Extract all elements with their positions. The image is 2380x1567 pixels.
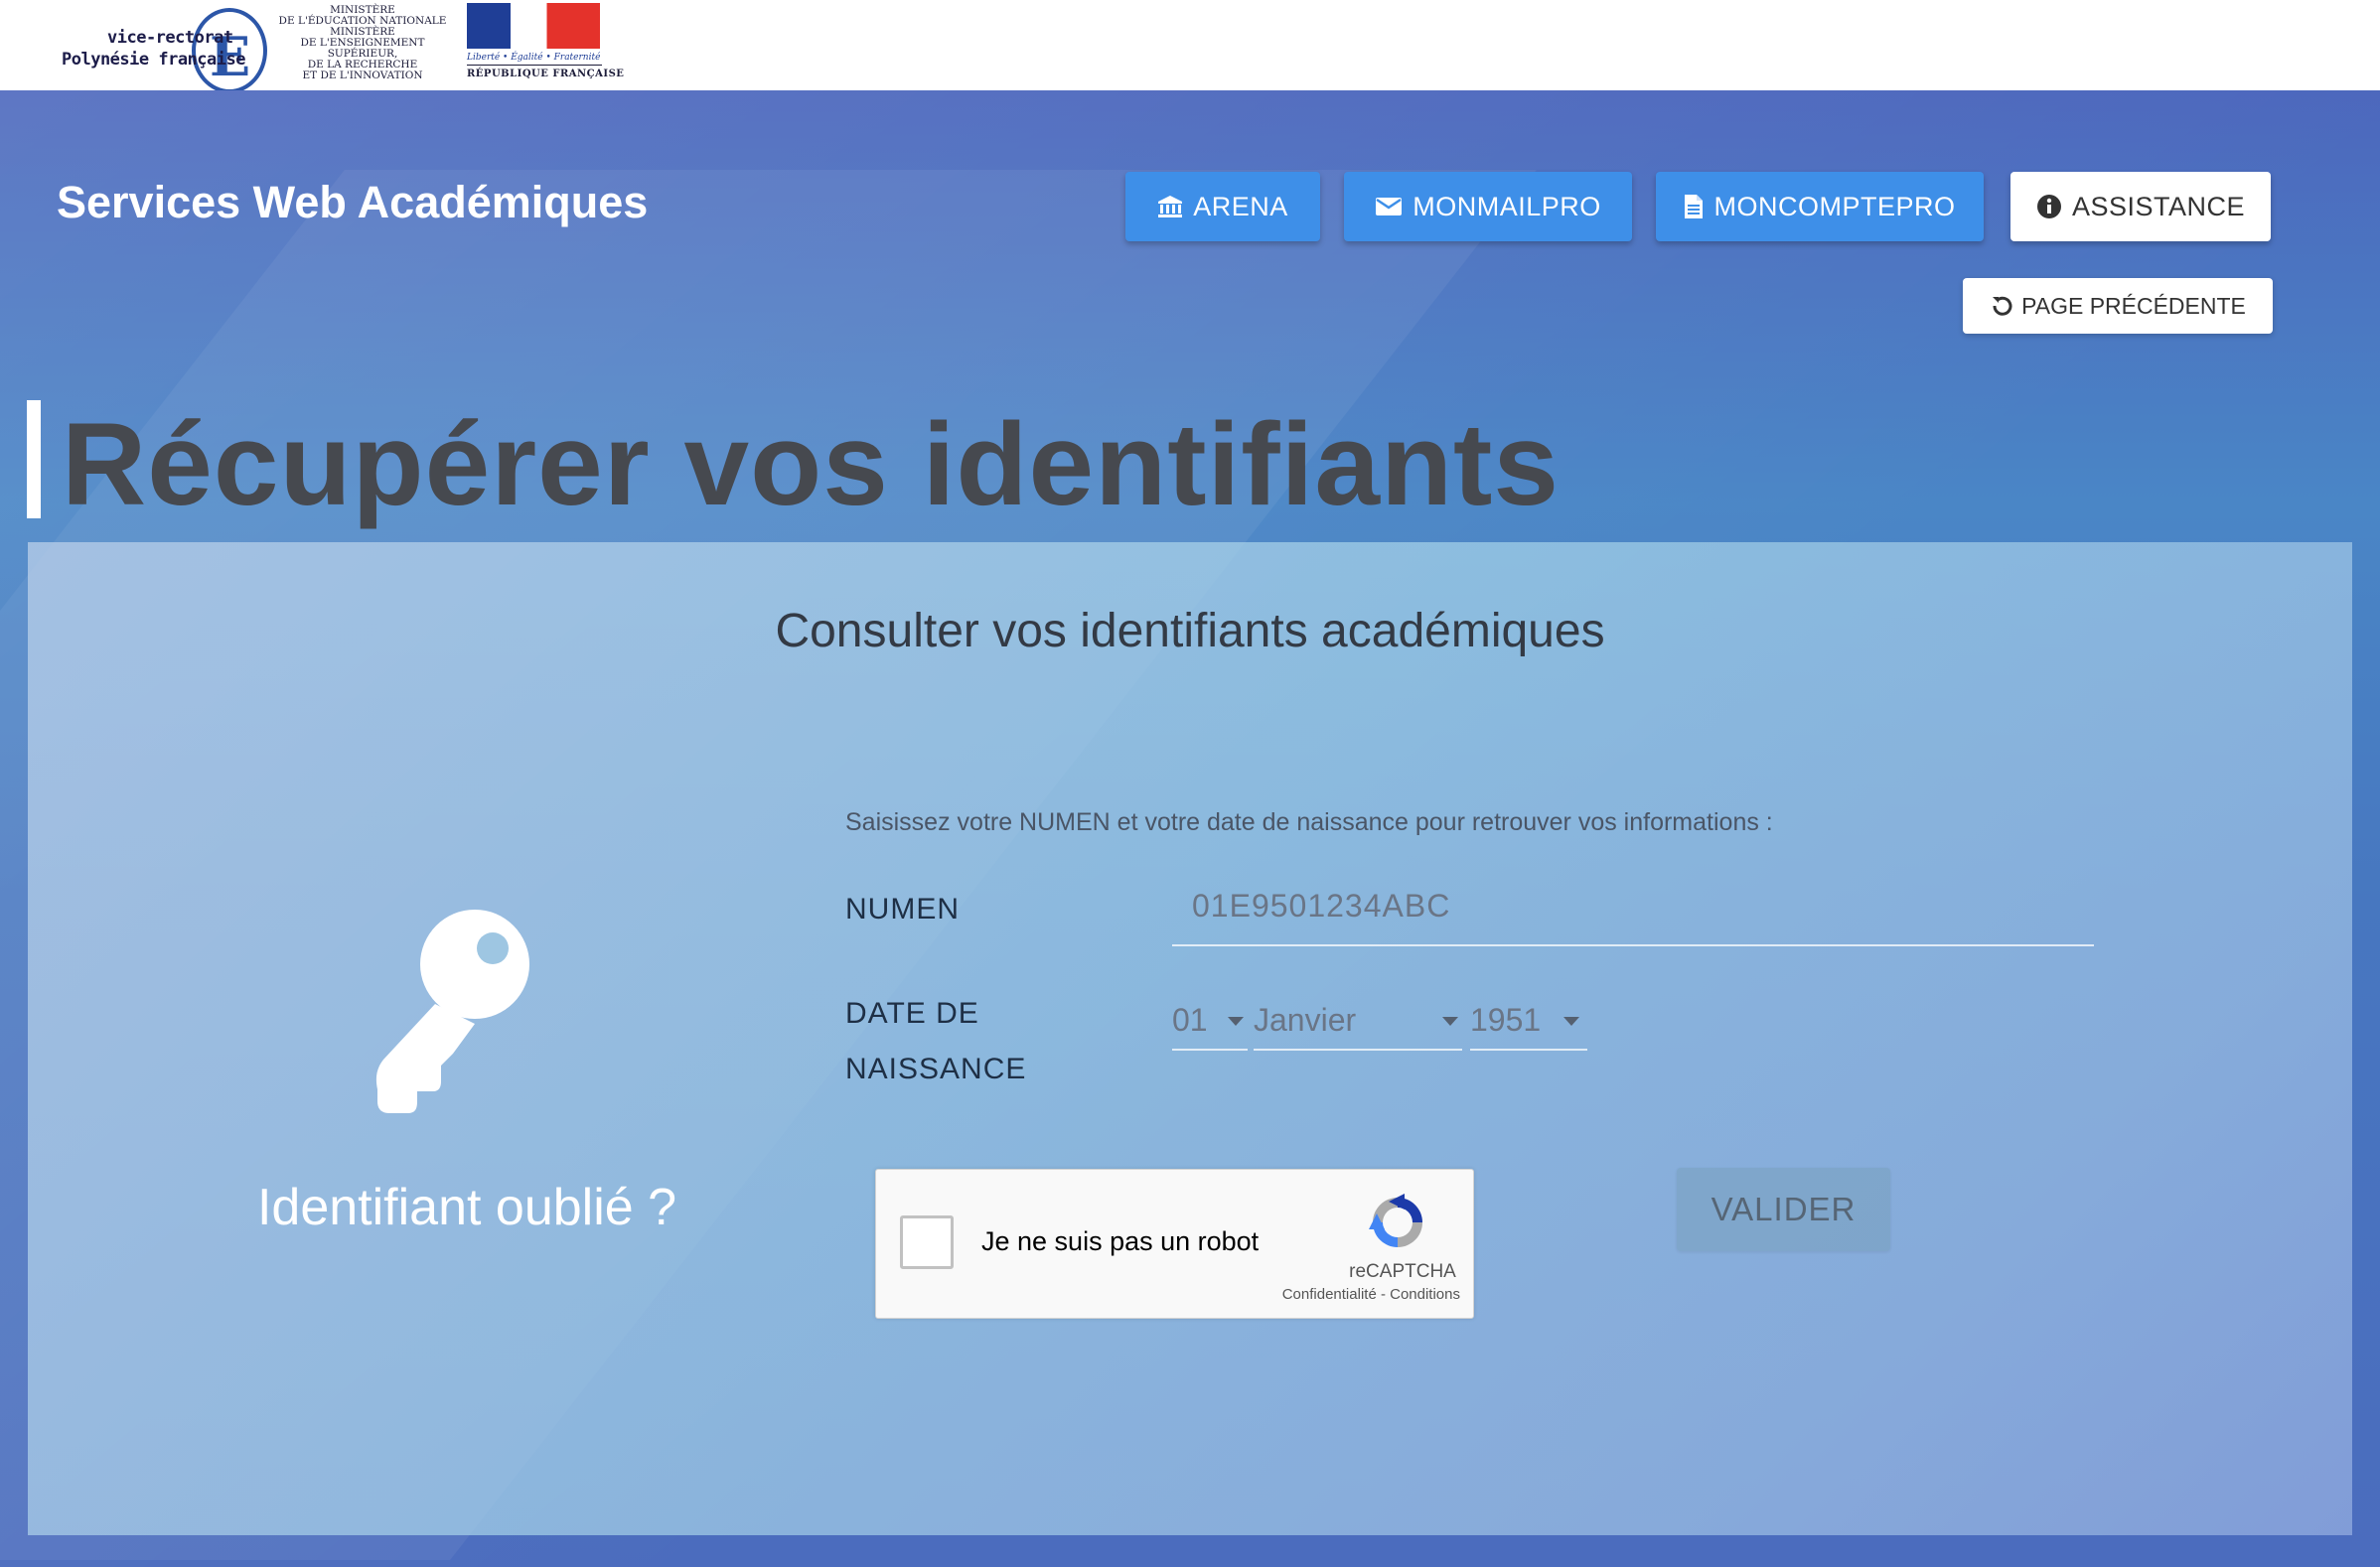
nav-label: MONMAILPRO	[1413, 191, 1601, 221]
nav-label: ASSISTANCE	[2071, 191, 2246, 221]
forgot-identifier-label: Identifiant oublié ?	[256, 1179, 677, 1236]
top-logo-bar: E vice-rectorat Polynésie française MINI…	[0, 0, 2380, 93]
back-button-label: PAGE PRÉCÉDENTE	[2021, 292, 2246, 319]
validate-button[interactable]: VALIDER	[1677, 1168, 1890, 1251]
ministere-logo: MINISTÈRE DE L'ÉDUCATION NATIONALE MINIS…	[264, 5, 461, 84]
numen-input[interactable]: 01E9501234ABC	[1192, 888, 1450, 925]
day-select[interactable]: 01	[1172, 995, 1248, 1051]
back-button[interactable]: PAGE PRÉCÉDENTE	[1963, 278, 2273, 334]
info-circle-icon	[2036, 194, 2062, 219]
recaptcha-label: Je ne suis pas un robot	[981, 1226, 1260, 1256]
page-title: Récupérer vos identifiants	[62, 399, 1560, 530]
vice-rectorat-logo: E vice-rectorat Polynésie française	[58, 8, 267, 93]
nav-button-moncomptepro[interactable]: MONCOMPTEPRO	[1656, 172, 1984, 241]
nav-label: ARENA	[1193, 191, 1288, 221]
day-select-underline	[1172, 1049, 1248, 1051]
year-select-underline	[1470, 1049, 1587, 1051]
chevron-down-icon	[1228, 1017, 1244, 1026]
nav-button-arena[interactable]: ARENA	[1125, 172, 1320, 241]
chevron-down-icon	[1442, 1017, 1458, 1026]
rf-name: RÉPUBLIQUE FRANÇAISE	[467, 69, 625, 79]
document-icon	[1684, 194, 1704, 219]
marianne-flag	[467, 3, 600, 49]
ministere-line: DE L'ENSEIGNEMENT SUPÉRIEUR,	[300, 37, 425, 60]
envelope-icon	[1375, 196, 1403, 217]
title-accent-bar	[27, 400, 41, 518]
bank-icon	[1157, 195, 1183, 218]
nav-button-assistance[interactable]: ASSISTANCE	[2010, 172, 2271, 241]
nav-button-monmailpro[interactable]: MONMAILPRO	[1344, 172, 1632, 241]
key-icon	[346, 885, 564, 1123]
republique-francaise-logo: Liberté • Égalité • Fraternité RÉPUBLIQU…	[467, 3, 625, 86]
birthdate-label-line-1: DATE DE	[845, 997, 979, 1030]
rf-motto: Liberté • Égalité • Fraternité	[467, 53, 601, 63]
month-select[interactable]: Janvier	[1254, 995, 1462, 1051]
rf-rule	[467, 65, 602, 66]
month-select-value: Janvier	[1254, 1002, 1357, 1038]
recaptcha-checkbox[interactable]	[900, 1215, 954, 1269]
site-title[interactable]: Services Web Académiques	[57, 177, 648, 228]
month-select-underline	[1254, 1049, 1462, 1051]
numen-label: NUMEN	[845, 893, 960, 926]
nav-label: MONCOMPTEPRO	[1713, 191, 1956, 221]
form-panel: Consulter vos identifiants académiques I…	[28, 542, 2352, 1535]
year-select[interactable]: 1951	[1470, 995, 1587, 1051]
numen-underline	[1172, 944, 2094, 946]
recaptcha-brand: reCAPTCHA	[1349, 1261, 1456, 1282]
recaptcha-widget: Je ne suis pas un robot reCAPTCHA Confid…	[875, 1169, 1474, 1319]
chevron-down-icon	[1563, 1017, 1579, 1026]
recaptcha-links[interactable]: Confidentialité - Conditions	[1252, 1286, 1460, 1303]
instruction-text: Saisissez votre NUMEN et votre date de n…	[845, 808, 1773, 836]
birthdate-label-line-2: NAISSANCE	[845, 1053, 1027, 1085]
panel-subtitle: Consulter vos identifiants académiques	[775, 605, 1605, 657]
ministere-line: ET DE L'INNOVATION	[302, 70, 423, 81]
year-select-value: 1951	[1470, 1002, 1542, 1038]
day-select-value: 01	[1172, 1002, 1208, 1038]
logo-line-2: Polynésie française	[62, 50, 245, 70]
recaptcha-logo-icon	[1365, 1190, 1430, 1255]
undo-icon	[1990, 294, 2013, 318]
logo-line-1: vice-rectorat	[107, 28, 233, 48]
